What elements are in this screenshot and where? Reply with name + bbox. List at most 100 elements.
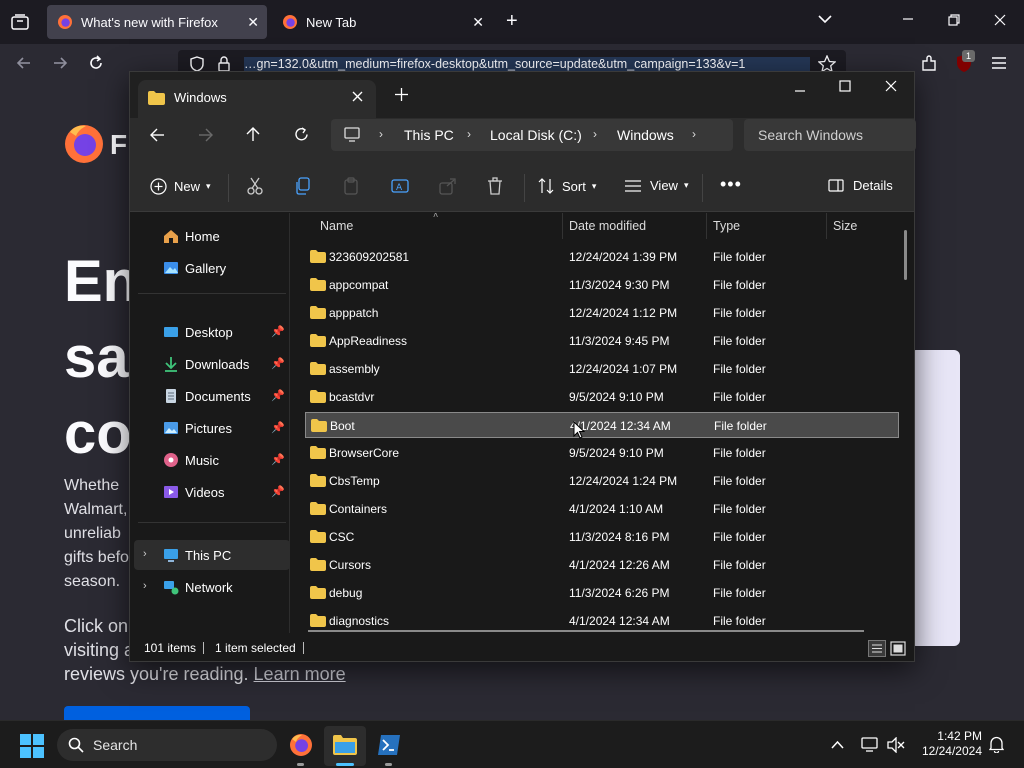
tracking-shield-icon[interactable] [190, 56, 204, 72]
maximize-icon[interactable] [839, 80, 851, 92]
back-arrow-icon[interactable] [150, 128, 165, 142]
refresh-icon[interactable] [294, 127, 309, 142]
pin-icon[interactable]: 📌 [271, 357, 285, 370]
nav-documents[interactable]: Documents 📌 [130, 381, 286, 411]
up-arrow-icon[interactable] [246, 127, 260, 142]
extensions-puzzle-icon[interactable] [920, 55, 938, 73]
nav-music[interactable]: Music 📌 [130, 445, 286, 475]
breadcrumb-chevron-icon[interactable]: › [379, 127, 383, 141]
column-divider[interactable] [706, 213, 707, 239]
cta-button[interactable] [64, 706, 250, 720]
taskbar-clock[interactable]: 1:42 PM 12/24/2024 [916, 729, 982, 759]
column-header-name[interactable]: Name [320, 219, 353, 233]
column-header-size[interactable]: Size [833, 219, 857, 233]
view-button[interactable]: View ▾ [625, 178, 688, 193]
minimize-icon[interactable] [794, 85, 806, 97]
vertical-scrollbar[interactable] [904, 230, 907, 280]
table-row[interactable]: AppReadiness 11/3/2024 9:45 PM File folder [305, 328, 899, 354]
cut-icon[interactable] [247, 177, 267, 197]
close-window-icon[interactable] [885, 80, 897, 92]
nav-this-pc[interactable]: › This PC [134, 540, 290, 570]
reload-icon[interactable] [88, 55, 104, 71]
table-row[interactable]: BrowserCore 9/5/2024 9:10 PM File folder [305, 440, 899, 466]
nav-videos[interactable]: Videos 📌 [130, 477, 286, 507]
show-hidden-icons-chevron-icon[interactable] [831, 740, 844, 749]
breadcrumb-this-pc[interactable]: This PC [404, 127, 454, 143]
breadcrumb[interactable]: › This PC › Local Disk (C:) › Windows › [331, 119, 733, 151]
table-row[interactable]: CbsTemp 12/24/2024 1:24 PM File folder [305, 468, 899, 494]
explorer-tab-windows[interactable]: Windows [138, 80, 376, 118]
taskbar-search-input[interactable]: Search [93, 737, 137, 753]
taskbar-powershell-icon[interactable] [377, 734, 401, 756]
start-windows-icon[interactable] [20, 734, 44, 758]
tab-new-tab[interactable]: New Tab ✕ [272, 5, 492, 39]
new-button[interactable]: New ▾ [150, 178, 211, 195]
search-input[interactable]: Search Windows [758, 127, 863, 143]
pin-icon[interactable]: 📌 [271, 453, 285, 466]
hamburger-menu-icon[interactable] [992, 57, 1006, 69]
volume-muted-icon[interactable] [887, 737, 905, 753]
nav-network[interactable]: › Network [130, 572, 286, 602]
new-tab-plus-icon[interactable]: + [506, 11, 518, 31]
table-row[interactable]: appcompat 11/3/2024 9:30 PM File folder [305, 272, 899, 298]
nav-desktop[interactable]: Desktop 📌 [130, 317, 286, 347]
back-arrow-icon[interactable] [16, 55, 32, 71]
table-row[interactable]: 323609202581 12/24/2024 1:39 PM File folde… [305, 244, 899, 270]
details-view-icon[interactable] [868, 640, 886, 657]
breadcrumb-windows[interactable]: Windows [617, 127, 674, 143]
table-row[interactable]: apppatch 12/24/2024 1:12 PM File folder [305, 300, 899, 326]
breadcrumb-chevron-icon[interactable]: › [593, 127, 597, 141]
breadcrumb-chevron-icon[interactable]: › [467, 127, 471, 141]
chevron-right-icon[interactable]: › [143, 580, 147, 592]
learn-more-link[interactable]: Learn more [254, 664, 346, 684]
details-pane-button[interactable]: Details [828, 178, 893, 193]
table-row[interactable]: Containers 4/1/2024 1:10 AM File folder [305, 496, 899, 522]
pin-icon[interactable]: 📌 [271, 325, 285, 338]
search-box[interactable]: Search Windows [744, 119, 916, 151]
list-all-tabs-chevron-icon[interactable] [818, 14, 832, 24]
new-tab-plus-icon[interactable] [395, 88, 408, 101]
column-header-date[interactable]: Date modified [569, 219, 646, 233]
copy-icon[interactable] [295, 177, 315, 197]
network-status-icon[interactable] [861, 737, 879, 753]
table-row[interactable]: Cursors 4/1/2024 12:26 AM File folder [305, 552, 899, 578]
column-divider[interactable] [826, 213, 827, 239]
forward-arrow-icon[interactable] [52, 55, 68, 71]
pin-icon[interactable]: 📌 [271, 485, 285, 498]
rename-icon[interactable]: A [391, 177, 411, 197]
minimize-icon[interactable] [902, 13, 914, 25]
column-divider[interactable] [562, 213, 563, 239]
more-options-button[interactable]: ••• [720, 174, 742, 195]
notification-bell-icon[interactable] [989, 736, 1004, 753]
delete-trash-icon[interactable] [487, 177, 507, 197]
close-tab-icon[interactable]: ✕ [247, 14, 259, 31]
close-tab-icon[interactable] [352, 91, 363, 102]
taskbar-file-explorer-icon[interactable] [333, 734, 357, 756]
share-icon[interactable] [439, 177, 459, 197]
pin-icon[interactable]: 📌 [271, 421, 285, 434]
table-row[interactable]: CSC 11/3/2024 8:16 PM File folder [305, 524, 899, 550]
close-window-icon[interactable] [994, 14, 1006, 26]
breadcrumb-chevron-icon[interactable]: › [692, 127, 696, 141]
tab-list-icon[interactable] [11, 14, 29, 30]
nav-pictures[interactable]: Pictures 📌 [130, 413, 286, 443]
tab-whats-new[interactable]: What's new with Firefox ✕ [47, 5, 267, 39]
pin-icon[interactable]: 📌 [271, 389, 285, 402]
table-row[interactable]: debug 11/3/2024 6:26 PM File folder [305, 580, 899, 606]
large-icons-view-icon[interactable] [890, 641, 906, 656]
table-row[interactable]: assembly 12/24/2024 1:07 PM File folder [305, 356, 899, 382]
column-header-type[interactable]: Type [713, 219, 740, 233]
nav-downloads[interactable]: Downloads 📌 [130, 349, 286, 379]
paste-icon[interactable] [343, 177, 363, 197]
table-row[interactable]: bcastdvr 9/5/2024 9:10 PM File folder [305, 384, 899, 410]
taskbar-firefox-icon[interactable] [289, 733, 313, 757]
forward-arrow-icon[interactable] [198, 128, 213, 142]
nav-home[interactable]: Home [130, 221, 286, 251]
nav-gallery[interactable]: Gallery [130, 253, 286, 283]
sort-button[interactable]: Sort ▾ [538, 178, 596, 194]
table-row[interactable]: Boot 4/1/2024 12:34 AM File folder [305, 412, 899, 438]
lock-icon[interactable] [218, 56, 230, 72]
horizontal-scrollbar[interactable] [308, 630, 864, 632]
breadcrumb-local-disk[interactable]: Local Disk (C:) [490, 127, 582, 143]
taskbar-search[interactable]: Search [57, 729, 277, 761]
